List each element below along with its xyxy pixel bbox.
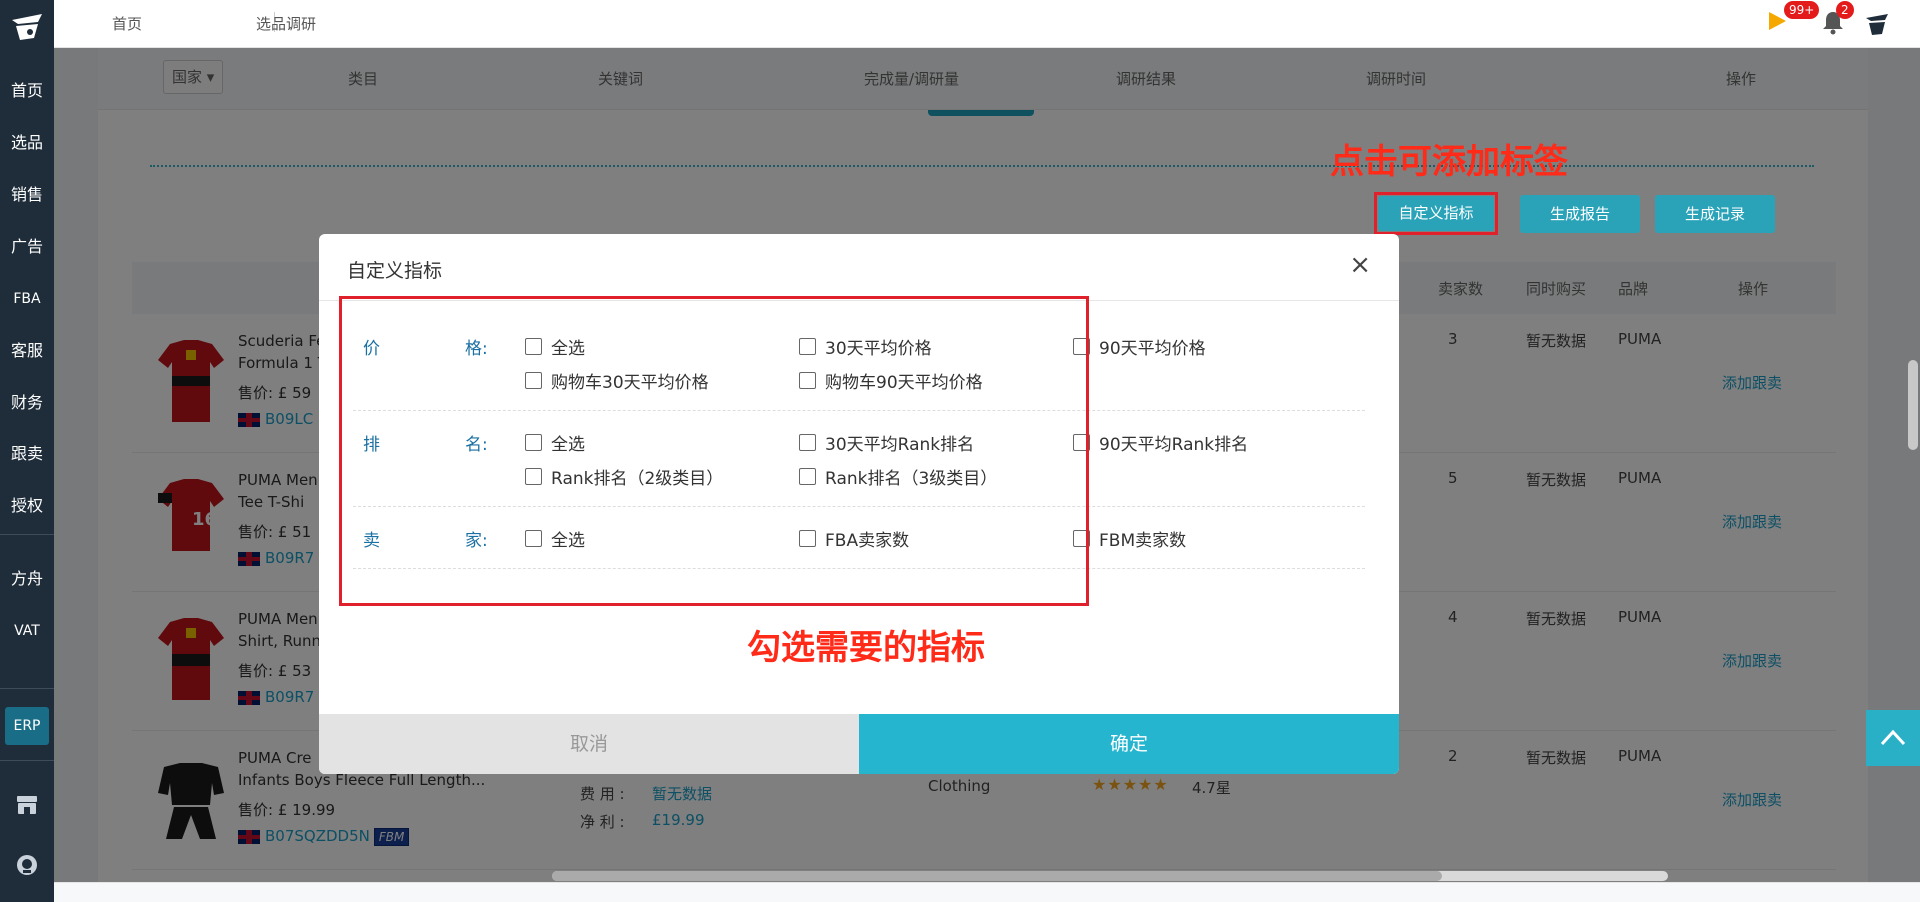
generate-record-button[interactable]: 生成记录	[1655, 195, 1775, 233]
sidebar-item-service[interactable]: 客服	[0, 340, 54, 362]
cancel-button[interactable]: 取消	[319, 714, 859, 774]
store-icon[interactable]	[15, 793, 39, 817]
user-avatar-icon[interactable]	[1862, 8, 1892, 38]
sidebar-item-home[interactable]: 首页	[0, 80, 54, 102]
sidebar-item-ads[interactable]: 广告	[0, 236, 54, 258]
breadcrumb-product-research[interactable]: 选品调研	[256, 13, 316, 34]
add-tag-annotation: 点击可添加标签	[1330, 142, 1568, 182]
back-to-top-button[interactable]	[1866, 710, 1920, 766]
custom-metric-button[interactable]: 自定义指标	[1378, 196, 1494, 231]
sidebar-divider	[0, 534, 54, 535]
sidebar-divider	[0, 760, 54, 761]
custom-metric-dialog: 自定义指标 × 价 格: 全选 30天平均价格 90天平均价格 购物车30天平均…	[319, 234, 1399, 774]
horizontal-scrollbar-thumb[interactable]	[552, 871, 1442, 881]
logo-icon[interactable]	[8, 8, 46, 46]
chevron-up-icon	[1880, 729, 1906, 746]
notification-count-badge: 99+	[1784, 1, 1820, 19]
sidebar-divider	[0, 688, 54, 689]
bottom-bar	[54, 882, 1920, 902]
sidebar-item-authorize[interactable]: 授权	[0, 495, 54, 517]
sidebar-item-sales[interactable]: 销售	[0, 184, 54, 206]
select-metrics-annotation: 勾选需要的指标	[747, 628, 985, 668]
checkbox-fbm-sellers[interactable]: FBM卖家数	[1073, 526, 1186, 551]
top-bar: 首页 选品调研 99+ 2	[54, 0, 1920, 48]
vertical-scrollbar-thumb[interactable]	[1908, 360, 1918, 450]
sidebar-item-finance[interactable]: 财务	[0, 392, 54, 414]
sidebar-item-ark[interactable]: 方舟	[0, 568, 54, 590]
dialog-title: 自定义指标	[347, 260, 443, 282]
sidebar-item-erp[interactable]: ERP	[5, 707, 49, 745]
sidebar-item-fba[interactable]: FBA	[0, 288, 54, 310]
sidebar-item-follow-sell[interactable]: 跟卖	[0, 443, 54, 465]
highlight-box	[339, 296, 1089, 606]
checkbox-price-90d-avg[interactable]: 90天平均价格	[1073, 334, 1206, 359]
sidebar: 首页 选品 销售 广告 FBA 客服 财务 跟卖 授权 方舟 VAT ERP	[0, 0, 54, 902]
sidebar-item-product-selection[interactable]: 选品	[0, 132, 54, 154]
bell-count-badge: 2	[1836, 1, 1854, 19]
checkbox-rank-90d-avg[interactable]: 90天平均Rank排名	[1073, 430, 1248, 455]
close-icon[interactable]: ×	[1349, 250, 1371, 280]
breadcrumb-home[interactable]: 首页	[112, 13, 142, 34]
confirm-button[interactable]: 确定	[859, 714, 1399, 774]
sidebar-item-vat[interactable]: VAT	[0, 620, 54, 642]
generate-report-button[interactable]: 生成报告	[1520, 195, 1640, 233]
support-icon[interactable]	[15, 853, 39, 877]
